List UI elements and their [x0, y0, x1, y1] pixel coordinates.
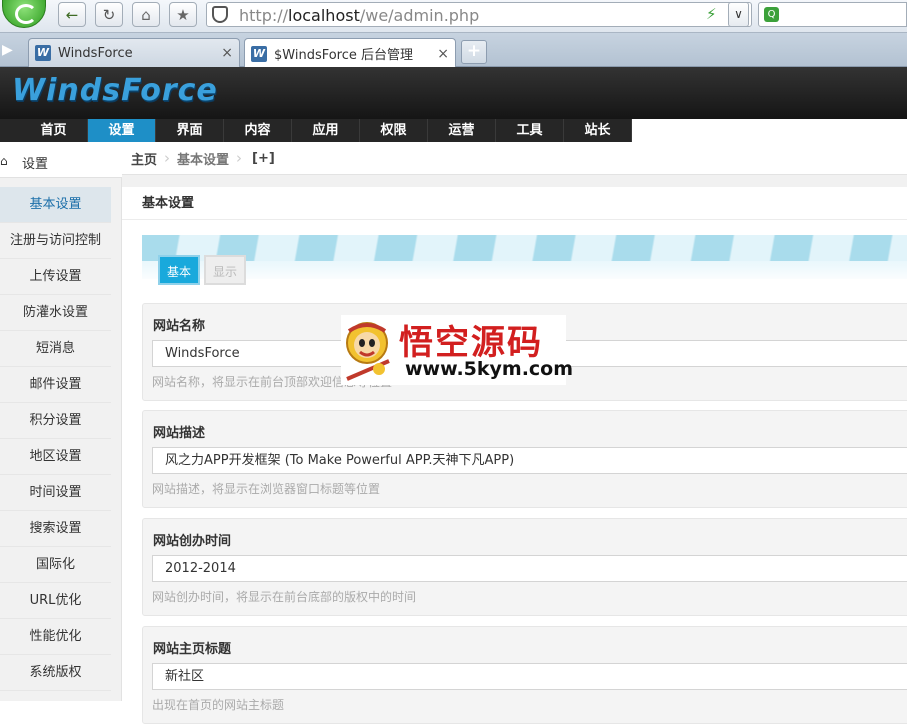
panel-banner-cloud	[142, 261, 907, 279]
nav-item-home[interactable]: 首页	[20, 119, 88, 142]
nav-item-interface[interactable]: 界面	[156, 119, 224, 142]
panel-title: 基本设置	[122, 187, 907, 220]
security-shield-icon	[212, 6, 228, 23]
bookmark-star-icon[interactable]: ★	[169, 2, 197, 27]
tab-favicon-icon: W	[35, 45, 51, 61]
sidebar-title: 设置	[22, 157, 49, 172]
tab-basic[interactable]: 基本	[158, 255, 200, 285]
new-tab-button[interactable]: +	[461, 40, 487, 64]
home-icon: ⌂	[0, 154, 8, 168]
content-area: ⌂ 设置 主页 › 基本设置 › [+] 基本设置 注册与访问控制 上传设置 防…	[0, 142, 907, 724]
address-text: http://localhost/we/admin.php	[239, 6, 480, 25]
tab-favicon-icon: W	[251, 45, 267, 62]
sidebar-item-credits[interactable]: 积分设置	[0, 403, 111, 439]
browser-tab-admin[interactable]: W $WindsForce 后台管理 ×	[244, 38, 456, 68]
tab-close-icon[interactable]: ×	[437, 46, 449, 62]
sidebar-item-url[interactable]: URL优化	[0, 583, 111, 619]
dropdown-chevron-icon[interactable]: ∨	[728, 2, 749, 27]
field-home-title: 网站主页标题 新社区 出现在首页的网站主标题	[142, 626, 907, 724]
back-arrow-icon[interactable]: ←	[58, 2, 86, 27]
sidebar-item-anti-spam[interactable]: 防灌水设置	[0, 295, 111, 331]
sidebar-menu: 基本设置 注册与访问控制 上传设置 防灌水设置 短消息 邮件设置 积分设置 地区…	[0, 187, 111, 701]
field-site-description: 网站描述 风之力APP开发框架 (To Make Powerful APP.天神…	[142, 410, 907, 508]
tab-close-icon[interactable]: ×	[221, 45, 233, 61]
sidebar-item-mail[interactable]: 邮件设置	[0, 367, 111, 403]
watermark-url: www.5kym.com	[405, 358, 574, 380]
nav-item-content[interactable]: 内容	[224, 119, 292, 142]
field-label: 网站创办时间	[153, 534, 232, 549]
field-help: 网站创办时间，将显示在前台底部的版权中的时间	[152, 590, 417, 604]
sidebar-item-region[interactable]: 地区设置	[0, 439, 111, 475]
sidebar-item-messages[interactable]: 短消息	[0, 331, 111, 367]
field-label: 网站主页标题	[153, 642, 232, 657]
nav-item-tools[interactable]: 工具	[496, 119, 564, 142]
browser-logo-icon[interactable]	[2, 0, 46, 28]
add-shortcut-button[interactable]: [+]	[252, 151, 275, 166]
field-founding-time: 网站创办时间 2012-2014 网站创办时间，将显示在前台底部的版权中的时间	[142, 518, 907, 616]
nav-item-apps[interactable]: 应用	[292, 119, 360, 142]
founding-time-input[interactable]: 2012-2014	[152, 555, 907, 582]
breadcrumb: 主页 › 基本设置 › [+]	[122, 142, 907, 175]
site-header: WindsForce	[0, 67, 907, 119]
search-engine-icon[interactable]: Q	[764, 7, 779, 22]
address-input[interactable]: http://localhost/we/admin.php	[206, 2, 752, 27]
tab-strip: ▶ W WindsForce × W $WindsForce 后台管理 × +	[0, 33, 907, 68]
field-label: 网站描述	[153, 426, 206, 441]
main-nav: 首页 设置 界面 内容 应用 权限 运营 工具 站长	[0, 119, 907, 142]
nav-item-webmaster[interactable]: 站长	[564, 119, 632, 142]
breadcrumb-current[interactable]: 基本设置	[177, 149, 229, 168]
nav-item-operations[interactable]: 运营	[428, 119, 496, 142]
sidebar-header: ⌂ 设置	[0, 142, 122, 178]
site-logo[interactable]: WindsForce	[12, 73, 218, 108]
home-title-input[interactable]: 新社区	[152, 663, 907, 690]
breadcrumb-separator-icon: ›	[164, 149, 171, 167]
sidebar-item-basic-settings[interactable]: 基本设置	[0, 187, 111, 223]
browser-tab-windsforce[interactable]: W WindsForce ×	[28, 38, 240, 67]
monkey-king-logo-icon	[346, 322, 390, 381]
browser-toolbar: ← ↻ ⌂ ★ http://localhost/we/admin.php ⚡ …	[0, 0, 907, 33]
nav-filler	[632, 119, 907, 142]
tab-list-arrow-icon[interactable]: ▶	[2, 42, 13, 58]
field-label: 网站名称	[153, 319, 206, 334]
settings-panel: 基本设置 基本 显示 网站名称 WindsForce 网站名称，将显示在前台顶部…	[122, 187, 907, 724]
lightning-icon[interactable]: ⚡	[706, 5, 717, 23]
sidebar-item-time[interactable]: 时间设置	[0, 475, 111, 511]
site-description-input[interactable]: 风之力APP开发框架 (To Make Powerful APP.天神下凡APP…	[152, 447, 907, 474]
sidebar-item-performance[interactable]: 性能优化	[0, 619, 111, 655]
tab-display[interactable]: 显示	[204, 255, 246, 285]
breadcrumb-separator-icon: ›	[236, 149, 243, 167]
refresh-icon[interactable]: ↻	[95, 2, 123, 27]
sidebar-item-registration[interactable]: 注册与访问控制	[0, 223, 111, 259]
sidebar-item-search[interactable]: 搜索设置	[0, 511, 111, 547]
tab-title: WindsForce	[58, 45, 133, 61]
nav-item-settings[interactable]: 设置	[88, 119, 156, 142]
sidebar-item-i18n[interactable]: 国际化	[0, 547, 111, 583]
subtab-bar: 基本 显示	[158, 255, 246, 285]
field-help: 网站描述，将显示在浏览器窗口标题等位置	[152, 482, 381, 496]
watermark-title: 悟空源码	[399, 323, 543, 363]
breadcrumb-home[interactable]: 主页	[131, 149, 157, 168]
sidebar-item-copyright[interactable]: 系统版权	[0, 655, 111, 691]
nav-item-permissions[interactable]: 权限	[360, 119, 428, 142]
home-icon[interactable]: ⌂	[132, 2, 160, 27]
watermark: 悟空源码 www.5kym.com	[341, 315, 573, 385]
sidebar-item-upload[interactable]: 上传设置	[0, 259, 111, 295]
tab-title: $WindsForce 后台管理	[274, 48, 414, 63]
search-input[interactable]: Q	[758, 2, 907, 27]
field-help: 出现在首页的网站主标题	[152, 698, 285, 712]
